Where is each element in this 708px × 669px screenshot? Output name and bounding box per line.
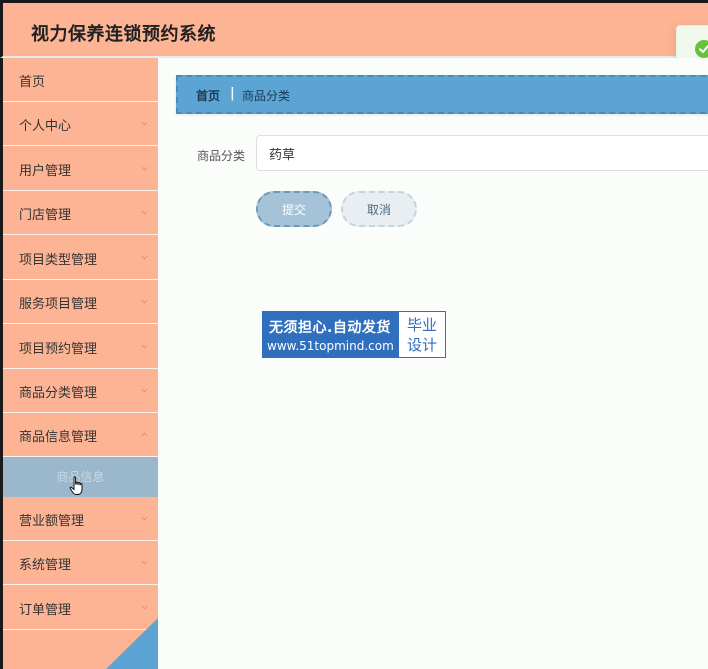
submit-button[interactable]: 提交 (256, 191, 332, 227)
breadcrumb: 首页 | 商品分类 (176, 75, 708, 114)
hand-cursor-icon (69, 476, 83, 495)
sidebar-item-project-type-management[interactable]: 项目类型管理 (3, 236, 158, 280)
breadcrumb-separator: | (230, 86, 235, 101)
sidebar-item-label: 系统管理 (19, 558, 72, 573)
sidebar-item-label: 商品信息管理 (19, 430, 98, 445)
category-field-label: 商品分类 (197, 149, 246, 163)
sidebar-item-user-management[interactable]: 用户管理 (3, 147, 158, 191)
sidebar-item-label: 个人中心 (19, 119, 72, 134)
chevron-down-icon (141, 210, 148, 215)
chevron-down-icon (141, 344, 148, 349)
sidebar-item-system-management[interactable]: 系统管理 (3, 541, 158, 585)
sidebar-item-label: 订单管理 (19, 603, 72, 618)
watermark-tag-top: 毕业 (406, 316, 437, 334)
sidebar-item-label: 门店管理 (19, 208, 72, 223)
main-content: 首页 | 商品分类 商品分类 提交 取消 (158, 58, 708, 669)
sidebar-item-home[interactable]: 首页 (3, 58, 158, 102)
category-input[interactable] (256, 135, 708, 171)
sidebar-item-label: 服务项目管理 (19, 297, 98, 312)
sidebar-menu: 首页 个人中心 用户管理 门店管理 项目类型管理 服务项目管理 项目预约管理 商… (0, 58, 158, 669)
header: 视力保养连锁预约系统 (0, 0, 708, 71)
watermark-slogan: 无须担心.自动发货 (269, 320, 391, 336)
sidebar-item-product-info-management[interactable]: 商品信息管理 (3, 413, 158, 457)
sidebar-item-label: 项目预约管理 (19, 342, 98, 357)
breadcrumb-current: 商品分类 (242, 89, 291, 103)
sidebar-item-label: 用户管理 (19, 164, 72, 179)
sidebar-item-revenue-management[interactable]: 营业额管理 (3, 497, 158, 541)
chevron-down-icon (141, 166, 148, 171)
cancel-button[interactable]: 取消 (341, 191, 417, 227)
watermark-badge: 无须担心.自动发货 www.51topmind.com 毕业 设计 (262, 311, 446, 358)
sidebar-item-store-management[interactable]: 门店管理 (3, 191, 158, 235)
watermark-url: www.51topmind.com (267, 339, 394, 353)
watermark-tag-bottom: 设计 (406, 336, 437, 354)
sidebar-item-label: 项目类型管理 (19, 253, 98, 268)
chevron-down-icon (141, 121, 148, 126)
sidebar-item-product-category-management[interactable]: 商品分类管理 (3, 369, 158, 413)
sidebar-item-label: 营业额管理 (19, 514, 85, 529)
sidebar-item-personal-center[interactable]: 个人中心 (3, 102, 158, 146)
chevron-down-icon (141, 299, 148, 304)
app-title: 视力保养连锁预约系统 (31, 24, 216, 45)
chevron-down-icon (141, 605, 148, 610)
sidebar-corner-decoration (106, 618, 158, 669)
chevron-up-icon (141, 432, 148, 437)
check-circle-icon (695, 40, 708, 58)
sidebar-item-label: 首页 (19, 75, 46, 90)
chevron-down-icon (141, 388, 148, 393)
chevron-down-icon (141, 516, 148, 521)
chevron-down-icon (141, 560, 148, 565)
sidebar-item-label: 商品分类管理 (19, 386, 98, 401)
sidebar-item-project-booking-management[interactable]: 项目预约管理 (3, 325, 158, 369)
chevron-down-icon (141, 255, 148, 260)
watermark-tag: 毕业 设计 (399, 312, 445, 357)
sidebar-item-service-project-management[interactable]: 服务项目管理 (3, 280, 158, 324)
breadcrumb-home-link[interactable]: 首页 (196, 87, 220, 104)
